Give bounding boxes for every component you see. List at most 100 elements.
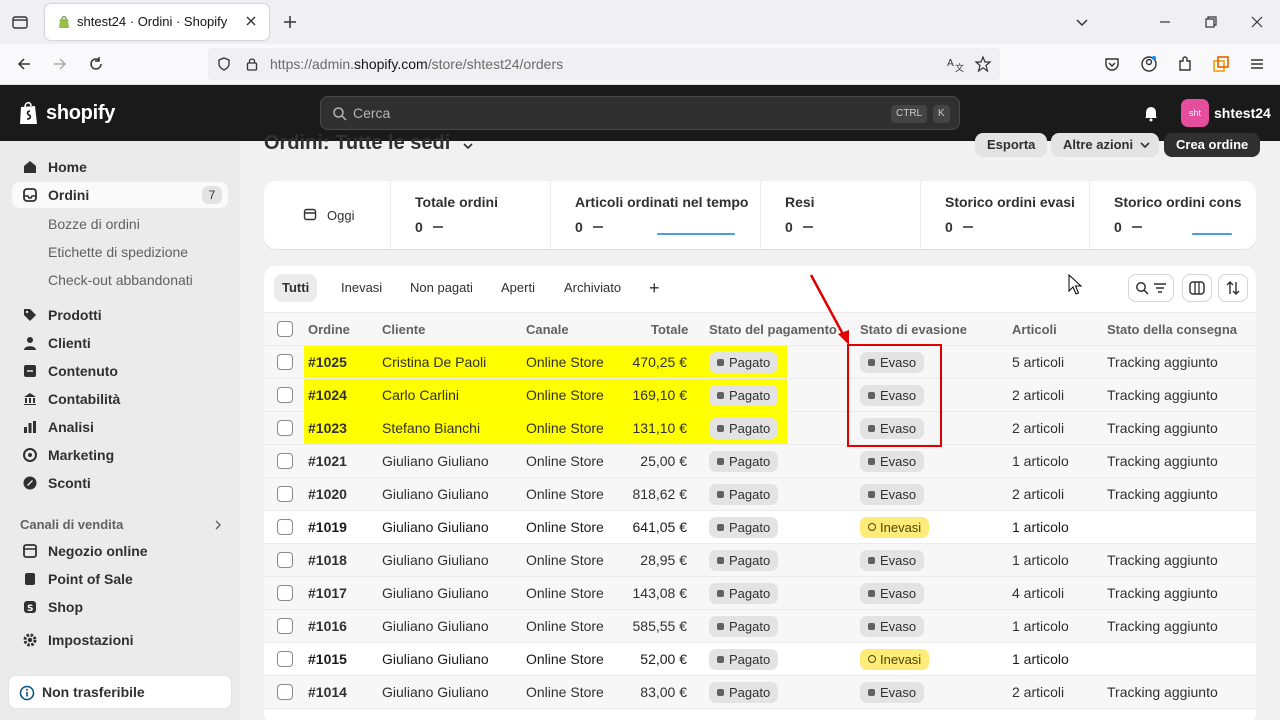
lock-icon[interactable]: [244, 56, 260, 72]
tab-unfulfilled[interactable]: Inevasi: [333, 274, 390, 302]
sort-button[interactable]: [1218, 274, 1248, 302]
select-all-checkbox[interactable]: [277, 321, 293, 337]
item-count[interactable]: 1 articolo: [1012, 552, 1069, 568]
row-checkbox[interactable]: [277, 585, 293, 601]
order-number[interactable]: #1015: [308, 651, 347, 667]
close-window-icon[interactable]: [1247, 12, 1267, 32]
row-checkbox[interactable]: [277, 519, 293, 535]
row-checkbox[interactable]: [277, 387, 293, 403]
shopify-logo[interactable]: shopify: [18, 99, 115, 127]
header-order[interactable]: Ordine: [308, 322, 350, 337]
row-checkbox[interactable]: [277, 651, 293, 667]
page-title[interactable]: Ordini: Tutte le sedi: [264, 132, 450, 155]
table-row[interactable]: #1016 Giuliano Giuliano Online Store 585,55…: [264, 610, 1256, 643]
shield-icon[interactable]: [216, 56, 232, 72]
item-count[interactable]: 1 articolo: [1012, 453, 1069, 469]
translate-icon[interactable]: A文: [946, 55, 964, 73]
metric-total-orders[interactable]: Totale ordini 0: [391, 181, 551, 249]
sidebar-item-content[interactable]: Contenuto: [12, 358, 228, 384]
order-number[interactable]: #1025: [308, 354, 347, 370]
search-filter-button[interactable]: [1128, 274, 1174, 302]
sidebar-item-discounts[interactable]: Sconti: [12, 470, 228, 496]
sidebar-item-analytics[interactable]: Analisi: [12, 414, 228, 440]
tab-unpaid[interactable]: Non pagati: [402, 274, 481, 302]
metric-delivered-orders[interactable]: Storico ordini cons 0: [1090, 181, 1256, 249]
chevron-down-icon[interactable]: [461, 139, 475, 153]
order-number[interactable]: #1023: [308, 420, 347, 436]
item-count[interactable]: 5 articoli: [1012, 354, 1064, 370]
row-checkbox[interactable]: [277, 354, 293, 370]
address-bar[interactable]: https://admin.shopify.com/store/shtest24…: [208, 48, 1000, 80]
sidebar-item-finances[interactable]: Contabilità: [12, 386, 228, 412]
row-checkbox[interactable]: [277, 618, 293, 634]
item-count[interactable]: 1 articolo: [1012, 618, 1069, 634]
header-delivery-status[interactable]: Stato della consegna: [1107, 322, 1237, 337]
tab-all[interactable]: Tutti: [274, 274, 318, 302]
tab-list-icon[interactable]: [10, 12, 30, 32]
sidebar-item-marketing[interactable]: Marketing: [12, 442, 228, 468]
item-count[interactable]: 4 articoli: [1012, 585, 1064, 601]
columns-button[interactable]: [1182, 274, 1212, 302]
table-row[interactable]: #1017 Giuliano Giuliano Online Store 143,08…: [264, 577, 1256, 610]
new-tab-icon[interactable]: [280, 12, 300, 32]
table-row[interactable]: #1014 Giuliano Giuliano Online Store 83,00 …: [264, 676, 1256, 709]
sidebar-subitem-draft-orders[interactable]: Bozze di ordini: [48, 216, 140, 232]
bell-icon[interactable]: [1141, 103, 1161, 123]
extensions-icon[interactable]: [1175, 54, 1195, 74]
sidebar-item-products[interactable]: Prodotti: [12, 302, 228, 328]
back-icon[interactable]: [14, 54, 34, 74]
containers-icon[interactable]: [1211, 54, 1231, 74]
sidebar-item-orders[interactable]: Ordini 7: [12, 182, 228, 208]
order-number[interactable]: #1014: [308, 684, 347, 700]
forward-icon[interactable]: [50, 54, 70, 74]
order-number[interactable]: #1019: [308, 519, 347, 535]
search-input[interactable]: Cerca CTRL K: [320, 96, 960, 130]
item-count[interactable]: 1 articolo: [1012, 519, 1069, 535]
minimize-icon[interactable]: [1155, 12, 1175, 32]
table-row[interactable]: #1024 Carlo Carlini Online Store 169,10 € Pa…: [264, 379, 1256, 412]
item-count[interactable]: 1 articolo: [1012, 651, 1069, 667]
metric-fulfilled-orders[interactable]: Storico ordini evasi 0: [921, 181, 1090, 249]
order-number[interactable]: #1017: [308, 585, 347, 601]
header-total[interactable]: Totale: [651, 322, 688, 337]
add-view-button[interactable]: +: [641, 274, 668, 302]
order-number[interactable]: #1024: [308, 387, 347, 403]
store-avatar[interactable]: sht: [1181, 99, 1209, 127]
sidebar-item-customers[interactable]: Clienti: [12, 330, 228, 356]
row-checkbox[interactable]: [277, 453, 293, 469]
item-count[interactable]: 2 articoli: [1012, 420, 1064, 436]
table-row[interactable]: #1025 Cristina De Paoli Online Store 470,25…: [264, 346, 1256, 379]
bookmark-star-icon[interactable]: [974, 55, 992, 73]
row-checkbox[interactable]: [277, 420, 293, 436]
tab-overflow-chevron-icon[interactable]: [1072, 12, 1092, 32]
item-count[interactable]: 2 articoli: [1012, 684, 1064, 700]
item-count[interactable]: 2 articoli: [1012, 387, 1064, 403]
browser-tab[interactable]: shtest24 · Ordini · Shopify: [45, 4, 269, 40]
row-checkbox[interactable]: [277, 552, 293, 568]
menu-icon[interactable]: [1247, 54, 1267, 74]
chevron-right-icon[interactable]: [212, 519, 224, 531]
restore-icon[interactable]: [1201, 12, 1221, 32]
sidebar-item-online-store[interactable]: Negozio online: [12, 538, 228, 564]
non-transferable-notice[interactable]: Non trasferibile: [8, 675, 232, 709]
tab-archived[interactable]: Archiviato: [556, 274, 629, 302]
sidebar-subitem-shipping-labels[interactable]: Etichette di spedizione: [48, 244, 188, 260]
url-text[interactable]: https://admin.shopify.com/store/shtest24…: [270, 56, 563, 72]
close-tab-icon[interactable]: [243, 13, 259, 29]
create-order-button[interactable]: Crea ordine: [1164, 133, 1261, 157]
table-row[interactable]: #1020 Giuliano Giuliano Online Store 818,62…: [264, 478, 1256, 511]
more-actions-button[interactable]: Altre azioni: [1051, 133, 1160, 157]
pocket-icon[interactable]: [1102, 54, 1122, 74]
sidebar-subitem-abandoned-checkouts[interactable]: Check-out abbandonati: [48, 272, 193, 288]
order-number[interactable]: #1018: [308, 552, 347, 568]
table-row[interactable]: #1015 Giuliano Giuliano Online Store 52,00 …: [264, 643, 1256, 676]
reload-icon[interactable]: [86, 54, 106, 74]
order-number[interactable]: #1021: [308, 453, 347, 469]
row-checkbox[interactable]: [277, 684, 293, 700]
sidebar-item-pos[interactable]: Point of Sale: [12, 566, 228, 592]
export-button[interactable]: Esporta: [975, 133, 1048, 157]
account-icon[interactable]: [1139, 54, 1159, 74]
order-number[interactable]: #1016: [308, 618, 347, 634]
table-row[interactable]: #1019 Giuliano Giuliano Online Store 641,05…: [264, 511, 1256, 544]
date-range-button[interactable]: Oggi: [264, 181, 391, 249]
